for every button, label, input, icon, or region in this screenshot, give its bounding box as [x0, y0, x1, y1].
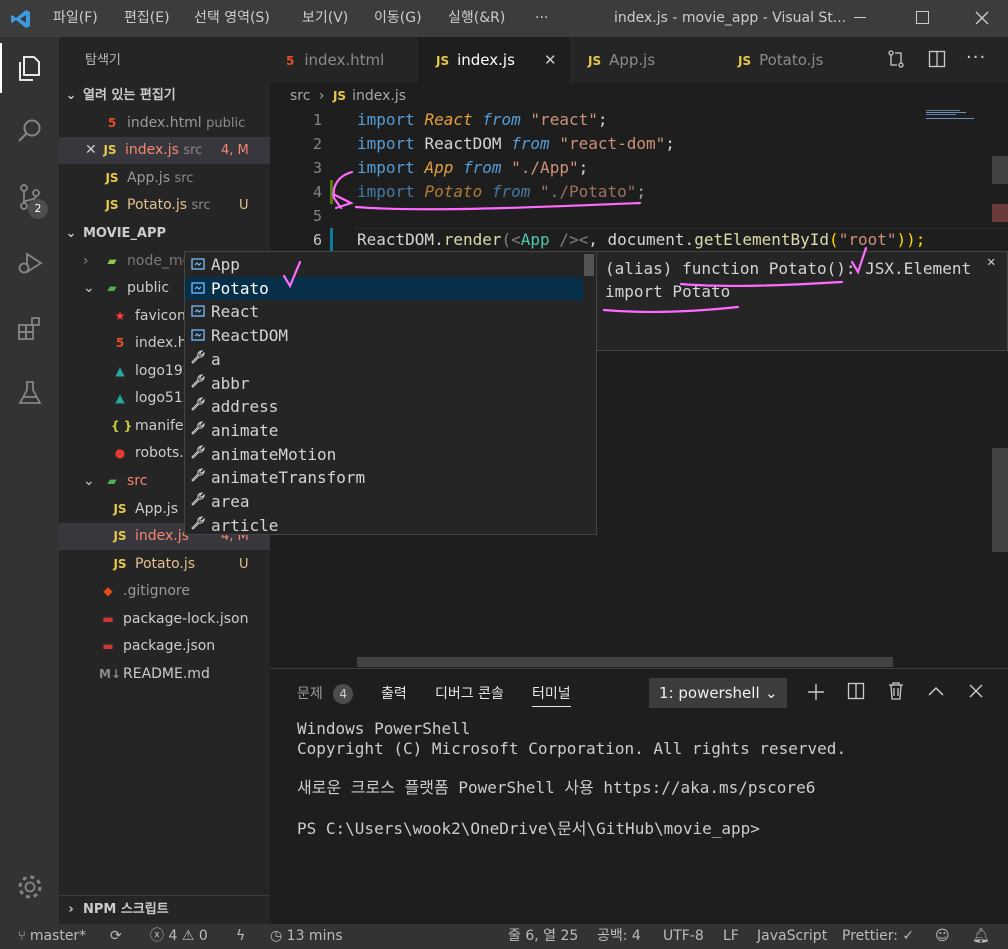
handwritten-annotation-overlay — [282, 170, 868, 313]
